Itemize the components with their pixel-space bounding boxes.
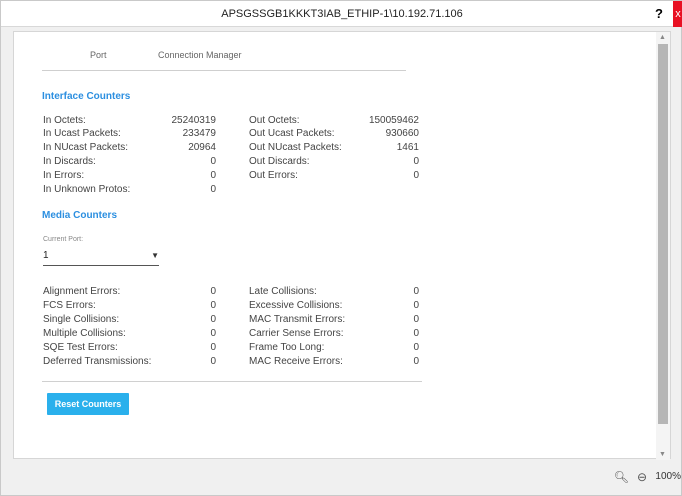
counter-label: In Ucast Packets: (43, 128, 121, 139)
counter-label: Late Collisions: (249, 286, 317, 297)
counter-value: 0 (413, 328, 419, 339)
counter-label: Excessive Collisions: (249, 300, 343, 311)
counter-label: Multiple Collisions: (43, 328, 126, 339)
dialog-window: APSGSSGB1KKKT3IAB_ETHIP-1\10.192.71.106 … (0, 0, 682, 496)
chevron-down-icon: ▼ (151, 251, 159, 260)
tab-connection-manager[interactable]: Connection Manager (158, 50, 242, 60)
counter-label: SQE Test Errors: (43, 342, 118, 353)
counter-label: Out Errors: (249, 170, 298, 181)
zoom-in-icon[interactable]: 🔍︎ (614, 470, 629, 484)
counter-value: 0 (210, 356, 216, 367)
divider (42, 381, 422, 382)
title-bar: APSGSSGB1KKKT3IAB_ETHIP-1\10.192.71.106 … (1, 1, 682, 27)
counter-label: In NUcast Packets: (43, 142, 129, 153)
counter-value: 1461 (396, 142, 419, 153)
media-counters-title: Media Counters (42, 210, 118, 221)
zoom-level: 100% (655, 471, 681, 482)
vertical-scrollbar[interactable]: ▲ ▼ (656, 32, 670, 460)
counter-value: 0 (210, 156, 216, 167)
zoom-out-icon[interactable]: ⊖ (637, 470, 647, 484)
counter-value: 0 (413, 342, 419, 353)
tab-port[interactable]: Port (90, 50, 107, 60)
counter-label: In Errors: (43, 170, 85, 181)
counter-value: 0 (210, 328, 216, 339)
counter-value: 20964 (188, 142, 216, 153)
window-title: APSGSSGB1KKKT3IAB_ETHIP-1\10.192.71.106 (221, 8, 463, 20)
scrollbar-thumb[interactable] (658, 44, 668, 424)
counter-value: 0 (413, 300, 419, 311)
counter-value: 150059462 (368, 115, 419, 126)
counter-label: MAC Receive Errors: (249, 356, 343, 367)
scroll-down-icon[interactable]: ▼ (659, 451, 666, 458)
counter-value: 0 (210, 314, 216, 325)
counter-label: Out NUcast Packets: (249, 142, 342, 153)
close-button[interactable]: x (673, 1, 682, 27)
counter-label: FCS Errors: (43, 300, 96, 311)
counter-label: Out Ucast Packets: (249, 128, 335, 139)
counter-label: MAC Transmit Errors: (249, 314, 346, 325)
counter-label: In Discards: (43, 156, 96, 167)
counter-label: Single Collisions: (43, 314, 120, 325)
counter-value: 0 (210, 342, 216, 353)
interface-counters-title: Interface Counters (42, 91, 131, 102)
counter-value: 930660 (385, 128, 419, 139)
status-footer: 🔍︎ ⊖ 100% (1, 460, 682, 496)
tab-bar: Port Connection Manager (42, 46, 406, 71)
counter-label: In Unknown Protos: (43, 184, 131, 195)
counter-value: 0 (210, 184, 216, 195)
counter-value: 0 (413, 314, 419, 325)
counter-value: 0 (210, 170, 216, 181)
counter-label: Out Octets: (249, 115, 300, 126)
counter-value: 0 (413, 286, 419, 297)
content-panel: Port Connection Manager Interface Counte… (13, 31, 671, 460)
scroll-up-icon[interactable]: ▲ (659, 34, 666, 41)
counter-value: 25240319 (171, 115, 217, 126)
counter-label: Carrier Sense Errors: (249, 328, 344, 339)
current-port-value: 1 (43, 250, 49, 261)
current-port-label: Current Port: (43, 236, 84, 243)
counter-label: Out Discards: (249, 156, 310, 167)
current-port-select[interactable]: 1 ▼ (43, 248, 159, 266)
counter-value: 0 (413, 356, 419, 367)
counter-value: 0 (413, 170, 419, 181)
counter-value: 0 (210, 300, 216, 311)
counter-label: Alignment Errors: (43, 286, 121, 297)
help-button[interactable]: ? (655, 6, 663, 21)
counter-value: 233479 (182, 128, 216, 139)
reset-counters-button[interactable]: Reset Counters (47, 393, 129, 415)
counter-value: 0 (210, 286, 216, 297)
counter-label: Deferred Transmissions: (43, 356, 152, 367)
counter-label: Frame Too Long: (249, 342, 325, 353)
counter-label: In Octets: (43, 115, 86, 126)
counter-value: 0 (413, 156, 419, 167)
